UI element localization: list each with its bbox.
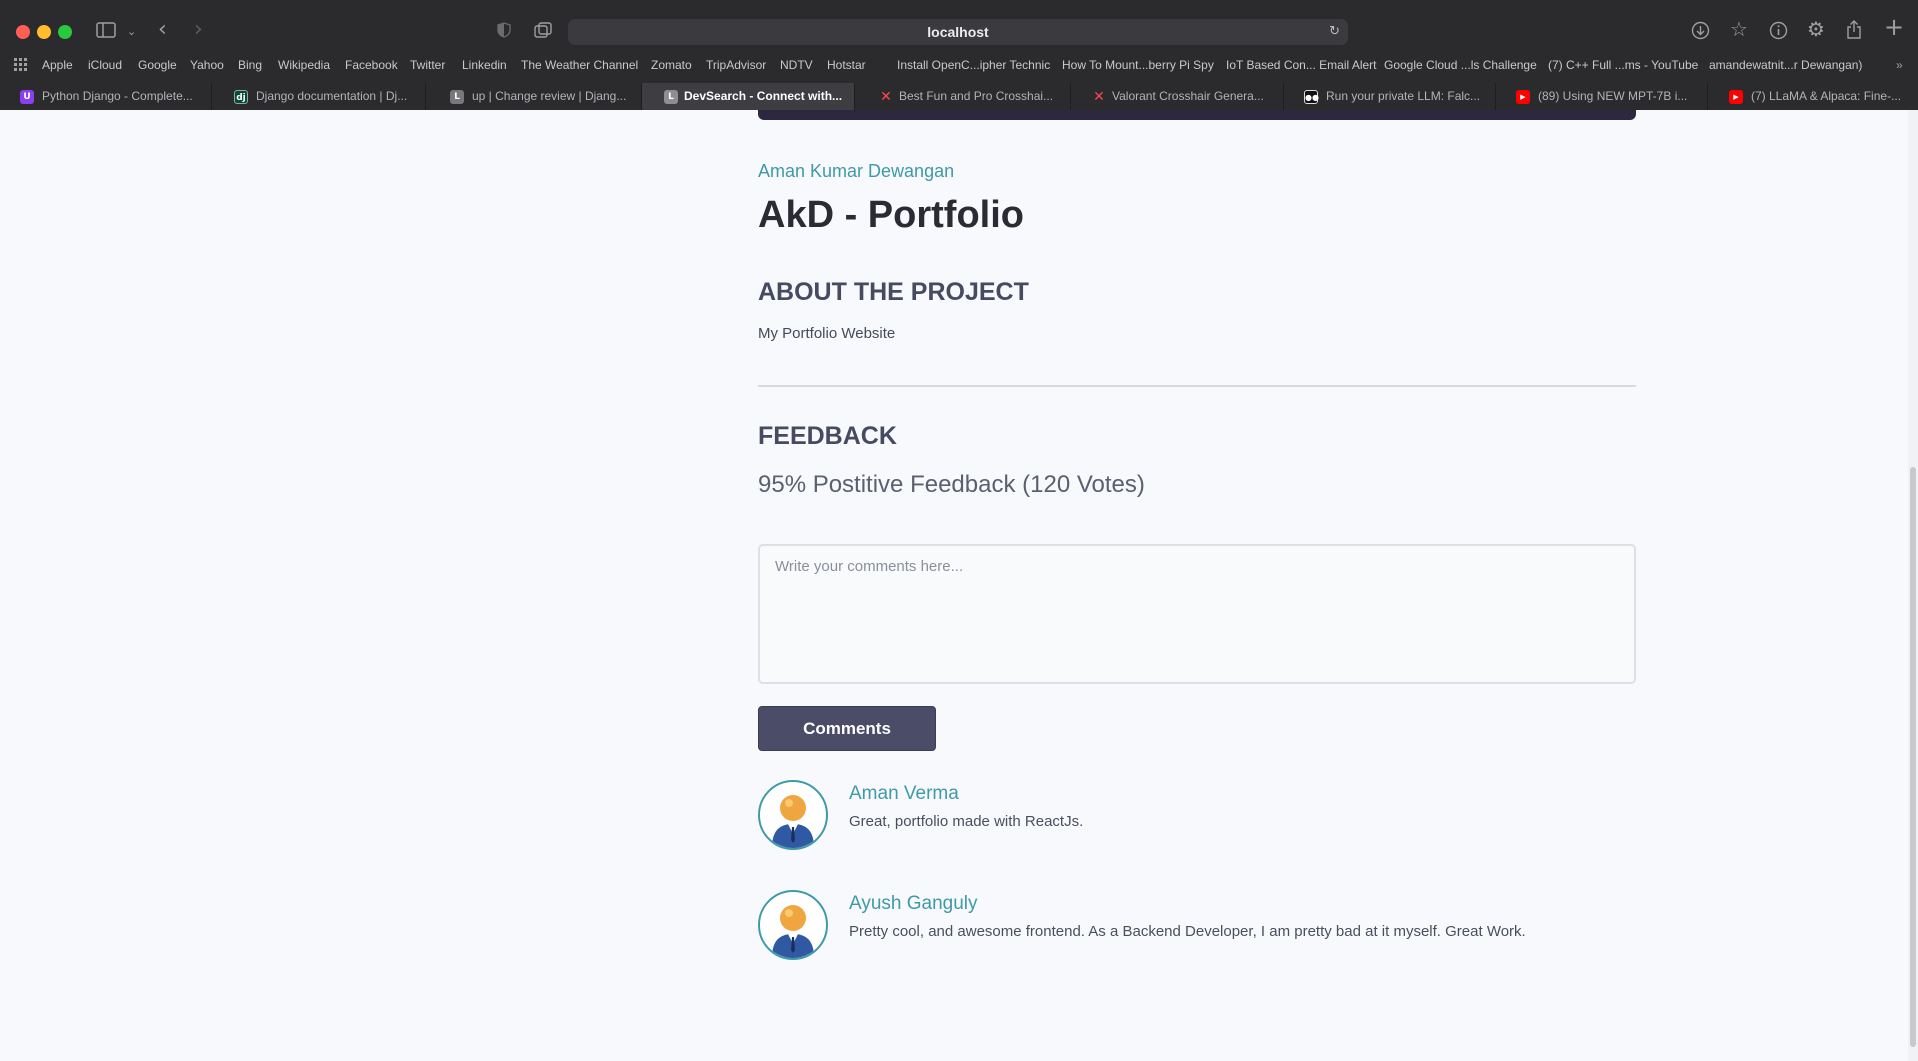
valorant-icon: ✕: [880, 89, 892, 105]
downloads-icon[interactable]: [1691, 21, 1710, 45]
tab-title: Django documentation | Dj...: [256, 89, 408, 103]
bookmark-item[interactable]: Yahoo: [190, 58, 224, 72]
chevron-down-icon[interactable]: ⌄: [127, 22, 136, 42]
browser-tab[interactable]: ▶ (7) LLaMA & Alpaca: Fine-...: [1729, 83, 1918, 110]
review-item: Ayush Ganguly Pretty cool, and awesome f…: [758, 890, 1618, 962]
sidebar-toggle-icon[interactable]: [96, 22, 116, 43]
more-bookmarks-icon[interactable]: »: [1896, 58, 1903, 72]
bookmark-item[interactable]: Linkedin: [462, 58, 507, 72]
django-icon: dj: [234, 90, 248, 104]
bookmark-item[interactable]: iCloud: [88, 58, 122, 72]
address-bar[interactable]: localhost ↻: [568, 19, 1348, 45]
browser-tab[interactable]: ▶ (89) Using NEW MPT-7B i...: [1516, 83, 1708, 110]
back-arrow-icon[interactable]: ‹: [158, 19, 167, 41]
fullscreen-window-button[interactable]: [58, 25, 72, 39]
bookmark-item[interactable]: NDTV: [780, 58, 813, 72]
comment-input[interactable]: [758, 544, 1636, 684]
bookmark-item[interactable]: Google Cloud ...ls Challenge: [1384, 58, 1537, 72]
letter-l-icon: L: [664, 90, 678, 104]
url-text: localhost: [927, 24, 989, 40]
page-content: Aman Kumar Dewangan AkD - Portfolio ABOU…: [0, 110, 1908, 1061]
reload-icon[interactable]: ↻: [1329, 19, 1340, 45]
minimize-window-button[interactable]: [37, 25, 51, 39]
browser-tab-active[interactable]: L DevSearch - Connect with...: [642, 83, 855, 110]
bookmark-item[interactable]: Facebook: [345, 58, 398, 72]
page-scrollbar[interactable]: [1908, 110, 1918, 1061]
avatar: [758, 890, 828, 960]
about-text: My Portfolio Website: [758, 325, 896, 342]
info-icon[interactable]: [1769, 21, 1788, 45]
medium-icon: ●●: [1304, 90, 1319, 104]
project-title: AkD - Portfolio: [758, 194, 1024, 236]
bookmark-item[interactable]: Google: [138, 58, 177, 72]
bookmark-item[interactable]: The Weather Channel: [521, 58, 638, 72]
privacy-shield-icon[interactable]: [497, 22, 511, 43]
tab-title: Python Django - Complete...: [42, 89, 193, 103]
review-text: Pretty cool, and awesome frontend. As a …: [849, 923, 1526, 940]
bookmark-item[interactable]: amandewatnit...r Dewangan): [1709, 58, 1862, 72]
valorant-icon: ✕: [1093, 89, 1105, 105]
bookmark-item[interactable]: Bing: [238, 58, 262, 72]
bookmark-item[interactable]: TripAdvisor: [706, 58, 766, 72]
submit-comment-button[interactable]: Comments: [758, 706, 936, 751]
feedback-stats: 95% Postitive Feedback (120 Votes): [758, 471, 1145, 498]
bookmark-item[interactable]: Wikipedia: [278, 58, 330, 72]
browser-toolbar: ⌄ ‹ › localhost ↻ ☆ ⚙ +: [0, 0, 1918, 60]
project-author-link[interactable]: Aman Kumar Dewangan: [758, 161, 954, 182]
about-heading: ABOUT THE PROJECT: [758, 278, 1029, 306]
bookmark-item[interactable]: Zomato: [651, 58, 692, 72]
browser-tab[interactable]: ●● Run your private LLM: Falc...: [1304, 83, 1496, 110]
share-icon[interactable]: [1846, 20, 1862, 45]
user-avatar-icon: [772, 795, 814, 848]
browser-tab[interactable]: dj Django documentation | Dj...: [234, 83, 426, 110]
youtube-icon: ▶: [1516, 90, 1530, 104]
review-text: Great, portfolio made with ReactJs.: [849, 813, 1084, 830]
review-item: Aman Verma Great, portfolio made with Re…: [758, 780, 1618, 852]
bookmark-item[interactable]: (7) C++ Full ...ms - YouTube: [1548, 58, 1698, 72]
letter-l-icon: L: [450, 90, 464, 104]
user-avatar-icon: [772, 905, 814, 958]
bookmark-item[interactable]: Twitter: [410, 58, 445, 72]
youtube-icon: ▶: [1729, 90, 1743, 104]
avatar: [758, 780, 828, 850]
tab-title: up | Change review | Djang...: [472, 89, 627, 103]
section-divider: [758, 385, 1636, 387]
tab-title: Valorant Crosshair Genera...: [1112, 89, 1264, 103]
browser-tab[interactable]: U Python Django - Complete...: [20, 83, 212, 110]
tab-overview-icon[interactable]: [534, 22, 552, 43]
tab-title: (89) Using NEW MPT-7B i...: [1538, 89, 1688, 103]
tab-title: Run your private LLM: Falc...: [1326, 89, 1481, 103]
feedback-heading: FEEDBACK: [758, 422, 897, 450]
browser-tab[interactable]: L up | Change review | Djang...: [450, 83, 642, 110]
bookmarks-grid-icon[interactable]: [14, 58, 27, 71]
gear-icon[interactable]: ⚙: [1807, 19, 1825, 39]
close-window-button[interactable]: [16, 25, 30, 39]
star-icon[interactable]: ☆: [1730, 19, 1748, 39]
tab-title: Best Fun and Pro Crosshai...: [899, 89, 1054, 103]
bookmark-item[interactable]: Hotstar: [827, 58, 866, 72]
browser-tab[interactable]: ✕ Best Fun and Pro Crosshai...: [879, 83, 1071, 110]
bookmark-item[interactable]: Apple: [42, 58, 73, 72]
tab-title: (7) LLaMA & Alpaca: Fine-...: [1751, 89, 1902, 103]
bookmark-item[interactable]: Install OpenC...ipher Technic: [897, 58, 1050, 72]
browser-tab[interactable]: ✕ Valorant Crosshair Genera...: [1092, 83, 1284, 110]
project-image-bottom-edge: [758, 110, 1636, 120]
reviewer-name[interactable]: Aman Verma: [849, 783, 959, 805]
new-tab-icon[interactable]: +: [1884, 15, 1904, 39]
reviewer-name[interactable]: Ayush Ganguly: [849, 893, 978, 915]
bookmark-item[interactable]: How To Mount...berry Pi Spy: [1062, 58, 1214, 72]
bookmark-item[interactable]: IoT Based Con... Email Alert: [1226, 58, 1377, 72]
browser-chrome: ⌄ ‹ › localhost ↻ ☆ ⚙ + Apple iCloud Goo…: [0, 0, 1918, 110]
forward-arrow-icon[interactable]: ›: [194, 19, 203, 41]
tab-title: DevSearch - Connect with...: [684, 89, 843, 103]
udemy-icon: U: [20, 90, 34, 104]
scrollbar-thumb[interactable]: [1910, 467, 1916, 1047]
